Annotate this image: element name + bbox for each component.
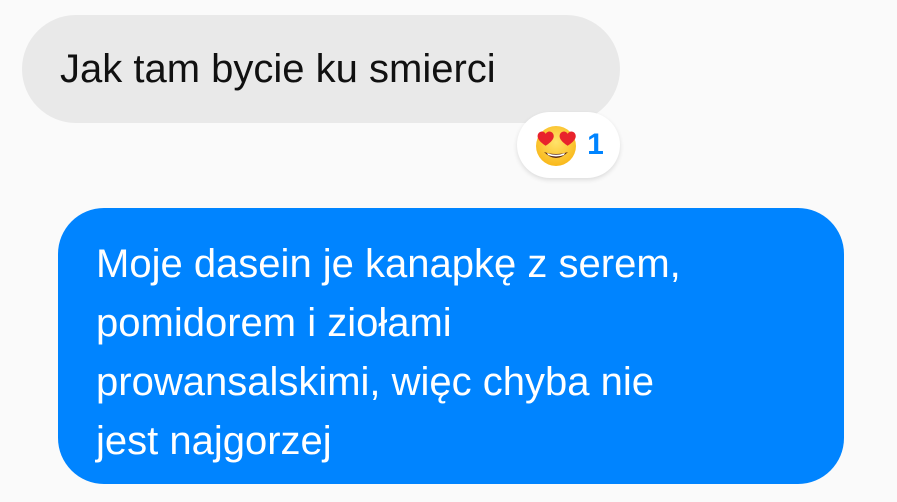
message-reaction[interactable]: 1 (517, 112, 620, 178)
chat-thread: Jak tam bycie ku smierci 1 Moje dasein j… (0, 0, 897, 502)
outgoing-message-line: prowansalskimi, więc chyba nie (96, 360, 655, 404)
outgoing-message-text: Moje dasein je kanapkę z serem, pomidore… (96, 235, 814, 471)
outgoing-message-line: jest najgorzej (96, 419, 332, 463)
outgoing-message-line: pomidorem i ziołami (96, 301, 452, 345)
heart-eyes-emoji-icon (536, 126, 577, 166)
outgoing-message-bubble[interactable]: Moje dasein je kanapkę z serem, pomidore… (58, 208, 844, 484)
incoming-message-bubble[interactable]: Jak tam bycie ku smierci (22, 15, 620, 123)
incoming-message-text: Jak tam bycie ku smierci (60, 47, 496, 91)
outgoing-message-line: Moje dasein je kanapkę z serem, (96, 242, 681, 286)
reaction-count: 1 (587, 128, 604, 161)
